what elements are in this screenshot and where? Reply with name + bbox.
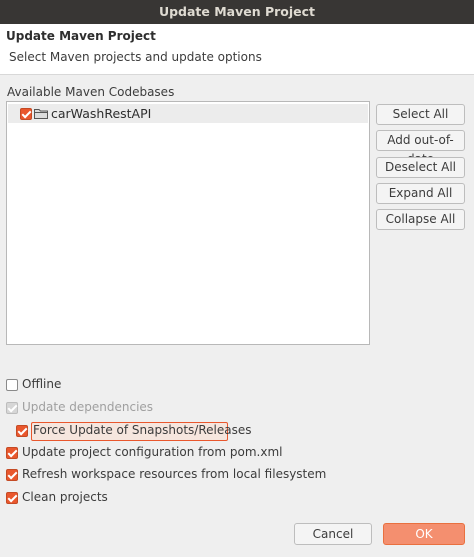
codebases-tree[interactable]: carWashRestAPI [6, 101, 370, 345]
codebases-label: Available Maven Codebases [7, 85, 175, 99]
offline-checkbox[interactable] [6, 379, 18, 391]
update-config-label: Update project configuration from pom.xm… [22, 445, 283, 459]
tree-item-checkbox[interactable] [20, 108, 32, 120]
update-config-checkbox[interactable] [6, 447, 18, 459]
expand-all-button[interactable]: Expand All [376, 183, 465, 204]
dialog-message: Select Maven projects and update options [9, 50, 262, 64]
dialog-header: Update Maven Project Select Maven projec… [0, 24, 474, 75]
collapse-all-button[interactable]: Collapse All [376, 209, 465, 230]
tree-item-carwashrestapi[interactable]: carWashRestAPI [8, 104, 368, 123]
deselect-all-button[interactable]: Deselect All [376, 157, 465, 178]
offline-label: Offline [22, 377, 62, 391]
select-all-button[interactable]: Select All [376, 104, 465, 125]
ok-button[interactable]: OK [383, 523, 465, 545]
window-title: Update Maven Project [0, 0, 474, 24]
force-update-checkbox[interactable] [16, 425, 28, 437]
tree-item-label: carWashRestAPI [51, 106, 152, 121]
force-update-label: Force Update of Snapshots/Releases [33, 423, 252, 437]
add-out-of-date-button[interactable]: Add out-of-date [376, 130, 465, 166]
folder-icon [34, 109, 48, 119]
update-dependencies-checkbox [6, 402, 18, 414]
clean-projects-checkbox[interactable] [6, 492, 18, 504]
clean-projects-label: Clean projects [22, 490, 108, 504]
refresh-workspace-label: Refresh workspace resources from local f… [22, 467, 327, 481]
update-dependencies-label: Update dependencies [22, 400, 154, 414]
cancel-button[interactable]: Cancel [294, 523, 372, 545]
dialog-title: Update Maven Project [6, 29, 156, 43]
refresh-workspace-checkbox[interactable] [6, 469, 18, 481]
